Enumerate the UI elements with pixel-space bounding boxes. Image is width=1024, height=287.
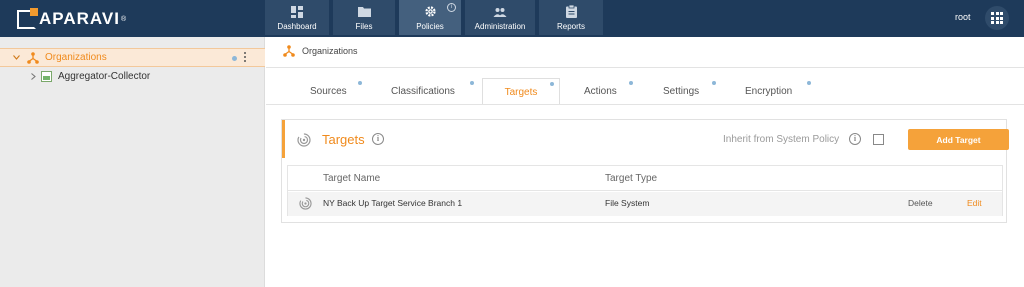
organization-icon <box>283 45 295 57</box>
logo-mark-icon <box>17 7 38 29</box>
sidebar-item-aggregator-collector[interactable]: Aggregator-Collector <box>0 67 265 86</box>
logo-registered: ® <box>121 15 127 23</box>
status-dot <box>232 56 237 61</box>
chevron-right-icon[interactable] <box>29 73 37 81</box>
tab-dot <box>807 81 811 85</box>
tab-encryption[interactable]: Encryption <box>745 78 815 105</box>
panel-title: Targets <box>322 132 365 147</box>
tab-dot <box>712 81 716 85</box>
nav-reports[interactable]: Reports <box>539 0 603 35</box>
clipboard-icon <box>564 5 578 19</box>
column-header-target-name[interactable]: Target Name <box>323 173 380 184</box>
tab-dot <box>550 82 554 86</box>
policy-tabs: Sources Classifications Targets Actions … <box>266 75 1024 105</box>
tab-label: Settings <box>663 86 700 97</box>
aparavi-logo[interactable]: APARAVI ® <box>17 7 127 30</box>
target-name-cell: NY Back Up Target Service Branch 1 <box>323 198 463 208</box>
nav-policies-label: Policies <box>416 21 444 31</box>
tab-label: Classifications <box>391 86 455 97</box>
inherit-checkbox[interactable] <box>873 134 884 145</box>
target-type-cell: File System <box>605 198 650 208</box>
tab-actions[interactable]: Actions <box>584 78 644 105</box>
nav-reports-label: Reports <box>556 21 585 31</box>
logo-text: APARAVI <box>39 9 120 28</box>
nav-files-label: Files <box>355 21 373 31</box>
inherit-label: Inherit from System Policy <box>723 134 840 145</box>
table-row[interactable]: NY Back Up Target Service Branch 1 File … <box>288 192 1002 216</box>
tab-targets[interactable]: Targets <box>482 78 560 105</box>
nav-files[interactable]: Files <box>333 0 395 35</box>
sidebar-item-label: Organizations <box>45 52 107 63</box>
tab-label: Actions <box>584 86 617 97</box>
user-name[interactable]: root <box>955 12 971 22</box>
sidebar: Organizations Aggregator-Collector <box>0 37 265 287</box>
nav-dashboard[interactable]: Dashboard <box>265 0 329 35</box>
info-icon[interactable]: i <box>447 3 456 12</box>
tab-dot <box>358 81 362 85</box>
target-icon <box>299 197 312 210</box>
tab-label: Sources <box>310 86 347 97</box>
tab-settings[interactable]: Settings <box>663 78 723 105</box>
column-header-target-type[interactable]: Target Type <box>605 173 657 184</box>
gear-icon <box>423 5 437 19</box>
main-nav: Dashboard Files Policies i Administratio… <box>265 0 607 37</box>
add-target-button[interactable]: Add Target <box>908 129 1009 150</box>
edit-link[interactable]: Edit <box>967 198 982 208</box>
sidebar-item-organizations[interactable]: Organizations <box>0 48 265 67</box>
sidebar-item-label: Aggregator-Collector <box>58 71 151 82</box>
inherit-info-icon[interactable]: i <box>849 133 861 145</box>
tab-classifications[interactable]: Classifications <box>391 78 481 105</box>
delete-link[interactable]: Delete <box>908 198 933 208</box>
tab-sources[interactable]: Sources <box>310 78 370 105</box>
aggregator-icon <box>41 71 52 82</box>
organization-icon <box>27 51 39 64</box>
breadcrumb-label[interactable]: Organizations <box>302 46 358 56</box>
dashboard-icon <box>290 5 304 19</box>
folder-icon <box>357 5 371 19</box>
panel-header: Targets i Inherit from System Policy i A… <box>282 120 1009 158</box>
tab-dot <box>629 81 633 85</box>
nav-policies[interactable]: Policies i <box>399 0 461 35</box>
targets-table: Target Name Target Type NY Back Up Targe… <box>287 165 1003 216</box>
info-icon[interactable]: i <box>372 133 384 145</box>
nav-dashboard-label: Dashboard <box>277 21 317 31</box>
target-icon <box>297 133 311 147</box>
chevron-down-icon[interactable] <box>12 54 20 62</box>
tab-label: Encryption <box>745 86 793 97</box>
tab-dot <box>470 81 474 85</box>
targets-panel: Targets i Inherit from System Policy i A… <box>281 119 1009 223</box>
apps-grid-icon[interactable] <box>985 6 1009 30</box>
breadcrumb: Organizations <box>283 45 358 57</box>
tab-label: Targets <box>504 86 538 98</box>
nav-administration[interactable]: Administration <box>465 0 535 35</box>
nav-administration-label: Administration <box>474 21 526 31</box>
tabs-divider <box>266 104 1024 105</box>
users-icon <box>493 5 507 19</box>
more-options-icon[interactable] <box>244 52 248 62</box>
table-header: Target Name Target Type <box>288 166 1002 191</box>
divider <box>266 67 1024 68</box>
top-bar: APARAVI ® Dashboard Files Policies i Adm… <box>0 0 1024 37</box>
